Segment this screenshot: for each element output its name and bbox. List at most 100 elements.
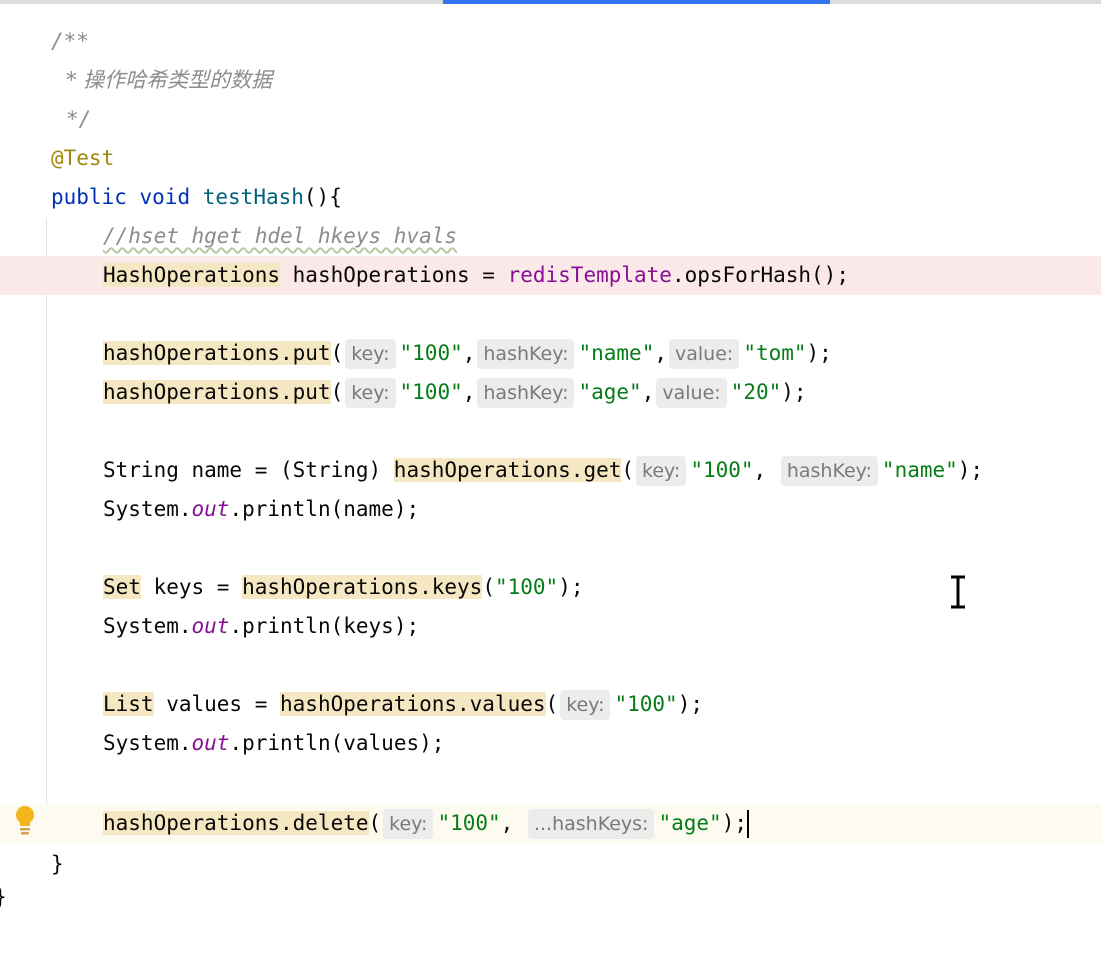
unchecked-call-warning[interactable]: hashOperations.put (103, 341, 331, 365)
code-line-11[interactable] (0, 412, 1101, 451)
lightbulb-icon[interactable] (14, 804, 36, 838)
keyword-public: public (51, 185, 127, 209)
string-literal: "100" (614, 692, 678, 716)
println-keys: System.out.println(keys); (103, 607, 419, 646)
code-line-20[interactable] (0, 763, 1101, 802)
system-class: System. (103, 731, 192, 755)
param-hint-key: key: (345, 378, 396, 408)
println-call: .println(name); (229, 497, 420, 521)
static-out-field: out (191, 731, 230, 755)
println-call: .println(keys); (229, 614, 420, 638)
close-paren: ); (677, 692, 703, 716)
unchecked-call-warning[interactable]: hashOperations.get (393, 458, 622, 482)
keys-statement: Set keys = hashOperations.keys("100"); (103, 568, 583, 607)
system-class: System. (103, 614, 192, 638)
put-statement-2: hashOperations.put(key: "100", hashKey: "ag… (103, 373, 807, 412)
comma: , (462, 380, 476, 404)
unchecked-call-warning[interactable]: hashOperations.put (103, 380, 331, 404)
unchecked-call-warning[interactable]: hashOperations.delete (103, 811, 369, 835)
code-line-7[interactable]: HashOperations hashOperations = redisTem… (0, 256, 1101, 295)
keys-variable: keys = (140, 575, 243, 599)
code-line-10[interactable]: hashOperations.put(key: "100", hashKey: "ag… (0, 373, 1101, 412)
string-literal: "age" (578, 380, 642, 404)
code-line-14[interactable] (0, 529, 1101, 568)
doc-comment-end: */ (66, 107, 92, 131)
method-paren-brace: (){ (303, 185, 342, 209)
string-literal: "100" (437, 811, 501, 835)
code-line-13[interactable]: System.out.println(name); (0, 490, 1101, 529)
comma: , (641, 380, 655, 404)
string-literal: "20" (730, 380, 782, 404)
param-hint-key: key: (383, 809, 434, 839)
close-paren: ); (806, 341, 832, 365)
text-caret (746, 810, 749, 838)
param-hint-key: key: (345, 339, 396, 369)
get-statement: String name = (String) hashOperations.ge… (103, 451, 983, 490)
system-class: System. (103, 497, 192, 521)
close-paren: ); (957, 458, 984, 482)
code-line-2[interactable]: * 操作哈希类型的数据 (0, 61, 1101, 100)
println-values: System.out.println(values); (103, 724, 444, 763)
code-line-18[interactable]: List values = hashOperations.values(key:… (0, 685, 1101, 724)
code-line-16[interactable]: System.out.println(keys); (0, 607, 1101, 646)
comma: , (654, 341, 667, 365)
method-name: testHash (202, 185, 304, 209)
comma: , (753, 458, 779, 482)
param-hint-value: value: (669, 339, 740, 369)
method-close-brace: } (51, 852, 64, 876)
editor-tab-strip (0, 0, 1101, 4)
param-hint-hashkey: hashKey: (780, 456, 878, 486)
code-line-19[interactable]: System.out.println(values); (0, 724, 1101, 763)
param-hint-key: key: (560, 690, 611, 720)
code-line-17[interactable] (0, 646, 1101, 685)
test-annotation: @Test (51, 146, 115, 170)
line-comment: //hset hget hdel hkeys hvals (103, 224, 458, 248)
raw-type-warning[interactable]: HashOperations (103, 263, 281, 287)
code-line-3[interactable]: */ (0, 100, 1101, 139)
redis-template-field: redisTemplate (507, 263, 672, 287)
close-paren: ); (558, 575, 584, 599)
open-paren: ( (545, 692, 559, 716)
text-cursor-icon (951, 575, 965, 609)
println-name: System.out.println(name); (103, 490, 419, 529)
code-line-5[interactable]: public void testHash(){ (0, 178, 1101, 217)
code-line-4[interactable]: @Test (0, 139, 1101, 178)
code-line-21[interactable]: hashOperations.delete(key: "100", ...hash… (0, 804, 1101, 843)
static-out-field: out (191, 497, 230, 521)
class-close-brace: } (0, 882, 7, 912)
ops-declaration: HashOperations hashOperations = redisTem… (103, 256, 849, 295)
values-variable: values = (153, 692, 281, 716)
open-paren: ( (482, 575, 495, 599)
doc-comment-text: * 操作哈希类型的数据 (66, 68, 273, 92)
string-literal: "name" (881, 458, 958, 482)
keyword-void: void (139, 185, 191, 209)
code-line-8[interactable] (0, 295, 1101, 334)
close-paren: ); (781, 380, 807, 404)
active-tab-indicator[interactable] (443, 0, 830, 4)
println-call: .println(values); (229, 731, 445, 755)
param-hint-hashkey: hashKey: (477, 378, 575, 408)
unchecked-call-warning[interactable]: hashOperations.keys (242, 575, 483, 599)
code-line-1[interactable]: /** (0, 22, 1101, 61)
code-line-22[interactable]: } (0, 845, 1101, 884)
string-literal: "100" (399, 341, 463, 365)
unchecked-call-warning[interactable]: hashOperations.values (280, 692, 546, 716)
param-hint-value: value: (656, 378, 727, 408)
string-literal: "100" (399, 380, 463, 404)
doc-comment-start: /** (51, 29, 89, 53)
code-line-9[interactable]: hashOperations.put(key: "100", hashKey: "na… (0, 334, 1101, 373)
open-paren: ( (330, 380, 344, 404)
close-paren: ); (721, 811, 747, 835)
raw-type-warning[interactable]: Set (103, 575, 141, 599)
values-statement: List values = hashOperations.values(key:… (103, 685, 703, 724)
raw-type-warning[interactable]: List (103, 692, 154, 716)
code-line-6[interactable]: //hset hget hdel hkeys hvals (0, 217, 1101, 256)
comma: , (500, 811, 526, 835)
code-line-15[interactable]: Set keys = hashOperations.keys("100"); (0, 568, 1101, 607)
param-hint-hashkeys: ...hashKeys: (527, 809, 655, 839)
code-line-12[interactable]: String name = (String) hashOperations.ge… (0, 451, 1101, 490)
open-paren: ( (330, 341, 344, 365)
string-literal: "100" (494, 575, 559, 599)
param-hint-key: key: (636, 456, 687, 486)
string-cast-declaration: String name = (String) (103, 458, 394, 482)
